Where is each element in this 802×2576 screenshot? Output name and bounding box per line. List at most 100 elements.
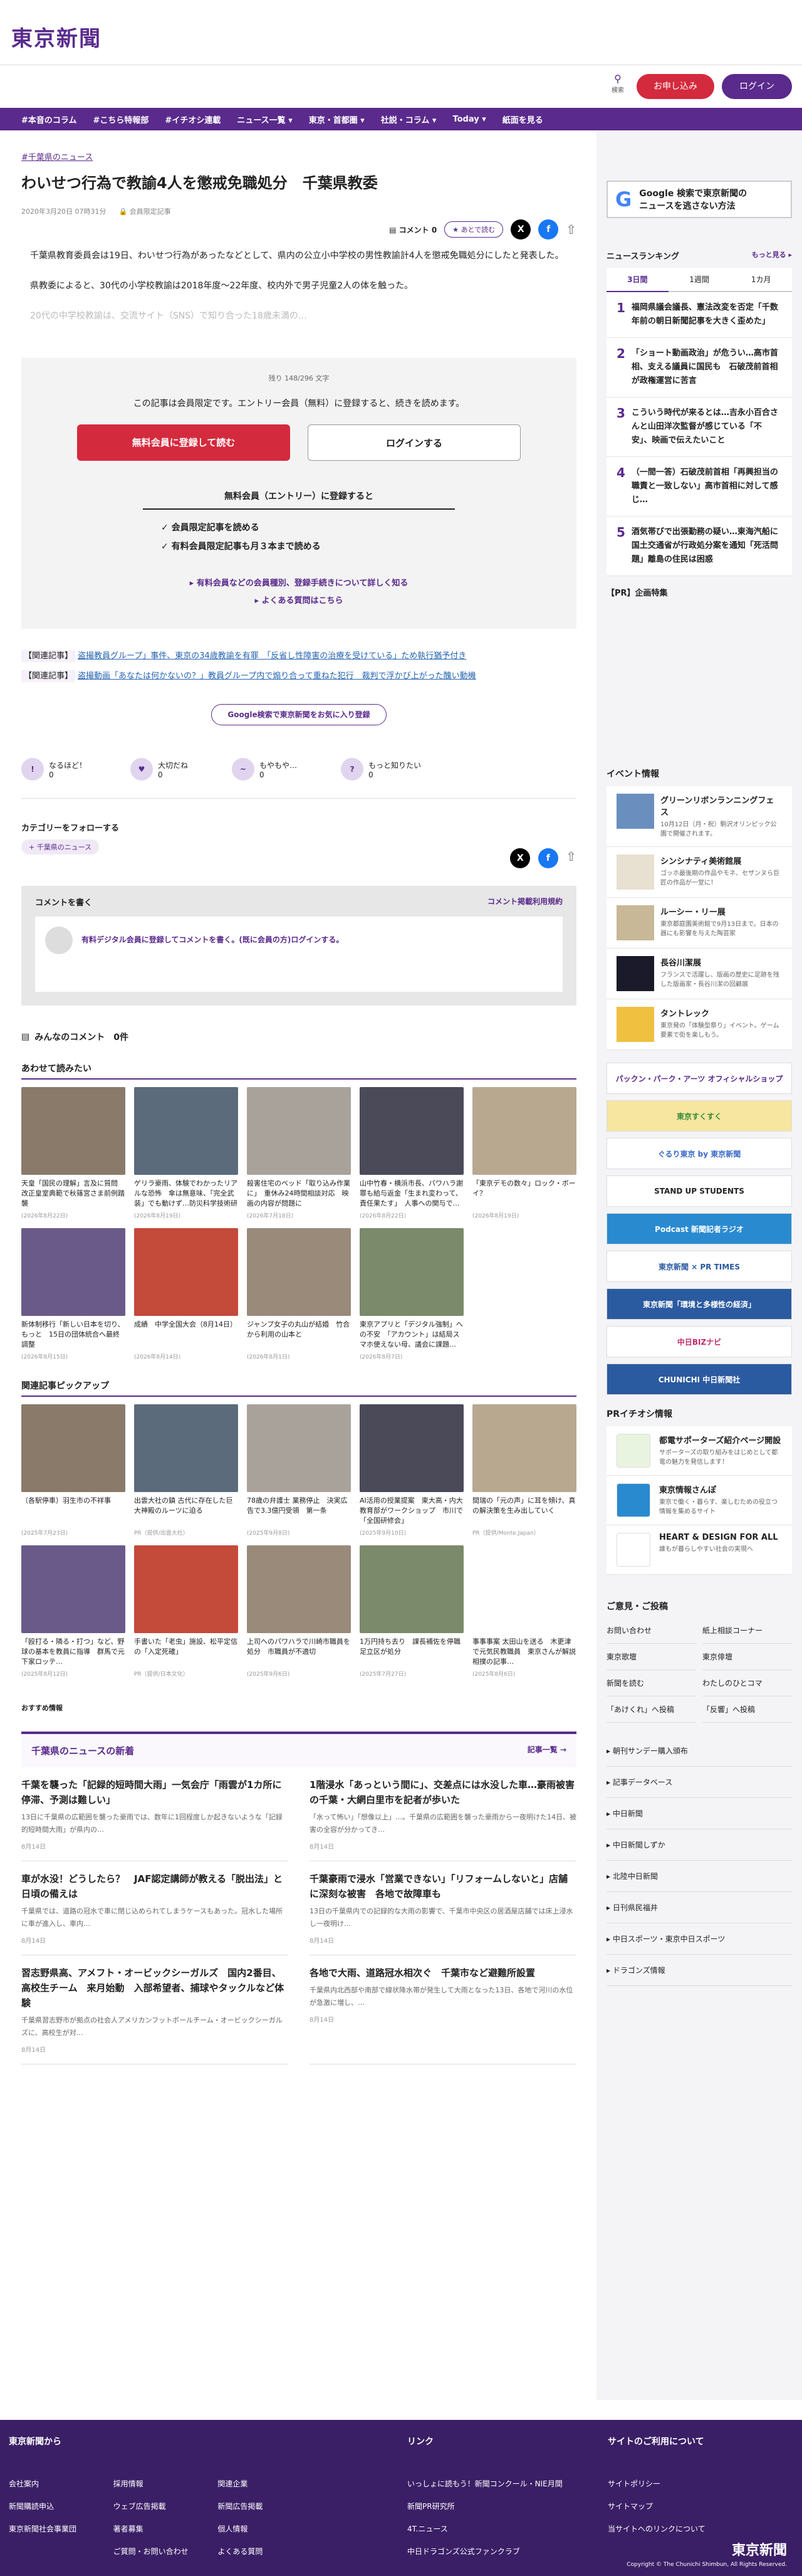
footer-link[interactable]: 中日ドラゴンズ公式ファンクラブ — [407, 2540, 563, 2563]
opinion-link[interactable]: 東京俳壇 — [702, 1644, 792, 1670]
article-card[interactable]: 出雲大社の鎮 古代に存在した巨大神殿のルーツに迫る PR（提供/出雲大社） — [134, 1404, 238, 1537]
opinion-link[interactable]: 新聞を読む — [607, 1670, 696, 1696]
sidebar-link[interactable]: ▸ 日刊県民福井 — [607, 1892, 792, 1923]
sidebar-link[interactable]: ▸ 記事データベース — [607, 1767, 792, 1798]
article-card[interactable]: ジャンプ女子の丸山が結婚 竹合から利用の山本と (2026年8月1日) — [247, 1228, 351, 1360]
share-icon[interactable]: ⇧ — [566, 222, 576, 237]
faq-link[interactable]: ▸ よくある質問はこちら — [56, 592, 541, 610]
reaction-moyamoya[interactable]: ~ もやもや… 0 — [232, 758, 297, 781]
event-item[interactable]: グリーンリボンランニングフェス 10月12日（月・祝）駒沢オリンピック公園で開催さ… — [607, 786, 792, 847]
reaction-naruhodo[interactable]: ! なるほど！ 0 — [21, 758, 86, 781]
site-logo[interactable]: 東京新聞 — [11, 21, 102, 52]
article-card[interactable]: 事事事案 太田山を送る 木更津で元気民教職員 東京さんが解説 相撲の記事… (20… — [472, 1545, 576, 1678]
footer-link[interactable]: 個人情報 — [217, 2518, 322, 2540]
related-link[interactable]: 盗撮教員グループ」事件、東京の34歳教諭を有罪 「反省し性障害の治療を受けている… — [78, 651, 466, 661]
footer-link[interactable]: 東京新聞社会事業団 — [9, 2518, 113, 2540]
nav-item[interactable]: ニュース一覧 ▾ — [237, 113, 292, 125]
article-card[interactable]: ゲリラ豪雨、体験でわかったリアルな恐怖 傘は無意味、「完全武装」でも動けず…防災… — [134, 1087, 238, 1219]
x-share-icon[interactable]: X — [510, 848, 531, 868]
ranking-more-link[interactable]: もっと見る ▸ — [752, 250, 792, 261]
article-card[interactable]: 新体制移行「新しい日本を切り、もっと 15日の団体統合へ最終調整 (2026年8月… — [21, 1228, 125, 1360]
ad-banner[interactable]: 東京すくすく — [607, 1100, 792, 1132]
nav-item[interactable]: 社説・コラム ▾ — [381, 113, 437, 125]
reaction-taisetsu[interactable]: ♥ 大切だね 0 — [130, 758, 188, 781]
sidebar-link[interactable]: ▸ ドラゴンズ情報 — [607, 1955, 792, 1986]
share-icon[interactable]: ⇧ — [566, 849, 576, 864]
opinion-link[interactable]: 紙上相談コーナー — [702, 1617, 792, 1644]
facebook-share-icon[interactable]: f — [538, 848, 558, 868]
article-card[interactable] — [472, 1228, 576, 1360]
footer-link[interactable]: ご質問・お問い合わせ — [113, 2540, 218, 2563]
nav-item[interactable]: 紙面を見る — [503, 113, 543, 125]
ad-banner[interactable]: パックン・パーク・アーツ オフィシャルショップ — [607, 1063, 792, 1094]
ranking-item[interactable]: 3 こういう時代が来るとは…吉永小百合さんと山田洋次監督が感じている「不安」、映画… — [607, 397, 792, 457]
read-later-button[interactable]: ★ あとで読む — [444, 221, 504, 238]
x-share-icon[interactable]: X — [511, 219, 531, 239]
sidebar-link[interactable]: ▸ 中日新聞しずか — [607, 1829, 792, 1861]
ad-banner[interactable]: 中日BIZナビ — [607, 1326, 792, 1357]
reaction-shiritai[interactable]: ? もっと知りたい 0 — [341, 758, 421, 781]
opinion-link[interactable]: 「あけくれ」へ投稿 — [607, 1696, 696, 1723]
news-item[interactable]: 1階浸水「あっという間に」、交差点には水没した車…豪雨被害の千葉・大網白里市を記… — [310, 1767, 576, 1861]
footer-link[interactable]: サイトポリシー — [608, 2473, 706, 2495]
ad-banner[interactable]: STAND UP STUDENTS — [607, 1175, 792, 1207]
article-list-link[interactable]: 記事一覧 → — [528, 1744, 566, 1757]
article-card[interactable]: 成績 中学全国大会（8月14日） (2026年8月14日) — [134, 1228, 238, 1360]
event-item[interactable]: シンシナティ美術館展 ゴッホ最後期の作品やモネ、セザンヌら巨匠の作品が一堂に！ — [607, 847, 792, 898]
ranking-item[interactable]: 2 「ショート動画政治」が危うい…高市首相、支える議員に国民も 石破茂前首相が政権… — [607, 338, 792, 397]
google-favorite-button[interactable]: Google検索で東京新聞をお気に入り登録 — [211, 704, 387, 725]
news-item[interactable]: 習志野県高、アメフト・オービックシーガルズ 国内2番目、高校生チーム 来月始動 … — [21, 1955, 288, 2064]
sidebar-link[interactable]: ▸ 中日スポーツ・東京中日スポーツ — [607, 1923, 792, 1955]
ranking-item[interactable]: 1 福岡県議会議長、憲法改変を否定「千数年前の朝日新聞記事を大きく歪めた」 — [607, 292, 792, 338]
footer-link[interactable]: 当サイトへのリンクについて — [608, 2518, 706, 2540]
comment-input[interactable]: 有料デジタル会員に登録してコメントを書く。(既に会員の方)ログインする。 — [35, 917, 563, 992]
event-item[interactable]: タントレック 東京発の「体験型祭り」イベント。ゲーム要素で街を楽しもう。 — [607, 999, 792, 1050]
event-item[interactable]: 長谷川潔展 フランスで活躍し、版画の歴史に足跡を残した版画家・長谷川潔の回顧展 — [607, 949, 792, 999]
footer-logo[interactable]: 東京新聞 — [732, 2539, 787, 2559]
facebook-share-icon[interactable]: f — [538, 219, 559, 239]
follow-tag[interactable]: + 千葉県のニュース — [21, 839, 100, 854]
footer-link[interactable] — [9, 2540, 113, 2563]
news-item[interactable]: 車が水没！どうしたら？ JAF認定講師が教える「脱出法」と日頃の備えは 千葉県では… — [21, 1861, 288, 1955]
tab-3days[interactable]: 3日間 — [607, 268, 669, 292]
pr-item[interactable]: 都電サポーターズ紹介ページ開設 サポーターズの取り組みをはじめとして都電の魅力を発… — [607, 1426, 792, 1476]
footer-link[interactable]: サイトマップ — [608, 2495, 706, 2518]
article-card[interactable]: 手書いた「老虫」施設、松平定信の「入定死確」 PR（提供/日本文化） — [134, 1545, 238, 1678]
opinion-link[interactable]: 東京歌壇 — [607, 1644, 696, 1670]
comment-rules-link[interactable]: コメント掲載利用規約 — [487, 896, 563, 908]
sidebar-link[interactable]: ▸ 北陸中日新聞 — [607, 1861, 792, 1892]
footer-link[interactable]: 関連企業 — [217, 2473, 322, 2495]
footer-link[interactable]: いっしょに読もう！新聞コンクール・NIE月間 — [407, 2473, 563, 2495]
event-item[interactable]: ルーシー・リー展 東京都庭園美術館で9月13日まで。日本の器にも影響を与えた陶芸家 — [607, 898, 792, 949]
google-guide-box[interactable]: G Google 検索で東京新聞の ニュースを逃さない方法 — [607, 181, 792, 218]
footer-link[interactable]: 新聞広告掲載 — [217, 2495, 322, 2518]
article-card[interactable]: 山中竹春・横浜市長、パワハラ謝罪も給与返金「生まれ変わって、責任果たす」 人事へ… — [360, 1087, 464, 1219]
membership-info-link[interactable]: ▸ 有料会員などの会員種別、登録手続きについて詳しく知る — [56, 575, 541, 592]
ranking-item[interactable]: 4 （一間一答）石破茂前首相「再興担当の職責と一致しない」高市首相に対して感じ… — [607, 457, 792, 517]
ranking-item[interactable]: 5 酒気帯びで出張勤務の疑い…東海汽船に国土交通省が行政処分案を通知「死活問題」離… — [607, 517, 792, 576]
breadcrumb[interactable]: #千葉県のニュース — [21, 150, 576, 162]
footer-link[interactable]: 4T.ニュース — [407, 2518, 563, 2540]
pr-item[interactable]: HEART & DESIGN FOR ALL 誰もが暮らしやすい社会の実現へ — [607, 1525, 792, 1575]
ad-banner[interactable]: 東京新聞 × PR TIMES — [607, 1251, 792, 1282]
article-card[interactable]: 上司へのパワハラで川崎市職員を処分 市職員が不適切 (2025年9月6日) — [247, 1545, 351, 1678]
article-card[interactable]: 「東京デモの数々」ロック・ボーイ？ (2026年8月19日) — [472, 1087, 576, 1219]
opinion-link[interactable]: わたしのひとコマ — [702, 1670, 792, 1696]
footer-link[interactable]: 新聞購読申込 — [9, 2495, 113, 2518]
tab-1month[interactable]: 1カ月 — [730, 268, 793, 292]
ad-banner[interactable]: CHUNICHI 中日新聞社 — [607, 1364, 792, 1395]
paywall-login-button[interactable]: ログインする — [308, 424, 521, 461]
news-item[interactable]: 千葉豪雨で浸水「営業できない」「リフォームしないと」店舗に深刻な被害 各地で故障… — [310, 1861, 576, 1955]
footer-link[interactable]: 会社案内 — [9, 2473, 113, 2495]
comment-link[interactable]: ▤ コメント 0 — [389, 224, 437, 235]
ad-banner[interactable]: ぐるり東京 by 東京新聞 — [607, 1138, 792, 1169]
footer-link[interactable]: 採用情報 — [113, 2473, 218, 2495]
tab-1week[interactable]: 1週間 — [668, 268, 731, 292]
search-button[interactable]: ⚲ 検索 — [605, 73, 630, 94]
free-register-button[interactable]: 無料会員に登録して読む — [77, 424, 290, 461]
footer-link[interactable]: 著者募集 — [113, 2518, 218, 2540]
news-item[interactable]: 各地で大雨、道路冠水相次ぐ 千葉市など避難所設置 千葉県内北西部や南部で線状降水帯… — [310, 1955, 576, 2064]
ad-banner[interactable]: 東京新聞「環境と多様性の経済」 — [607, 1288, 792, 1320]
pr-feature-heading[interactable]: 【PR】企画特集 — [607, 586, 792, 598]
sidebar-link[interactable]: ▸ 朝刊サンデー購入頒布 — [607, 1735, 792, 1767]
